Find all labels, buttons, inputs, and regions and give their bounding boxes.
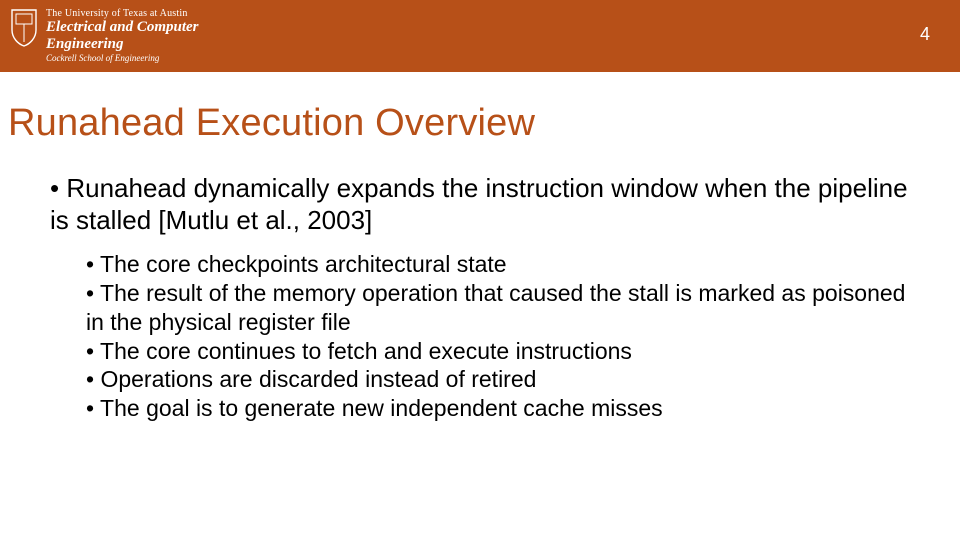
bullet-dot-icon: •: [50, 173, 59, 205]
bullet-level2-text: The core continues to fetch and execute …: [100, 338, 632, 364]
bullet-level2-text: The core checkpoints architectural state: [100, 251, 507, 277]
bullet-level2-text: The goal is to generate new independent …: [100, 395, 663, 421]
institution-line1: The University of Texas at Austin: [46, 8, 199, 19]
institution-text: The University of Texas at Austin Electr…: [46, 8, 199, 64]
bullet-level2-text: The result of the memory operation that …: [86, 280, 905, 335]
bullet-dot-icon: •: [86, 394, 94, 423]
bullet-level2-text: Operations are discarded instead of reti…: [100, 366, 536, 392]
institution-line2: Electrical and Computer: [46, 19, 199, 36]
institution-line3: Engineering: [46, 36, 199, 53]
page-number: 4: [920, 24, 930, 45]
bullet-dot-icon: •: [86, 279, 94, 308]
bullet-level2: • Operations are discarded instead of re…: [86, 365, 920, 394]
bullet-dot-icon: •: [86, 337, 94, 366]
bullet-level2-list: • The core checkpoints architectural sta…: [86, 250, 920, 423]
slide: The University of Texas at Austin Electr…: [0, 0, 960, 540]
institution-line4: Cockrell School of Engineering: [46, 54, 199, 64]
bullet-dot-icon: •: [86, 250, 94, 279]
bullet-level2: • The result of the memory operation tha…: [86, 279, 920, 337]
institution-logo: The University of Texas at Austin Electr…: [10, 8, 199, 64]
bullet-level2: • The core continues to fetch and execut…: [86, 337, 920, 366]
header-bar: The University of Texas at Austin Electr…: [0, 0, 960, 72]
bullet-level1-text: Runahead dynamically expands the instruc…: [50, 173, 908, 235]
bullet-level2: • The core checkpoints architectural sta…: [86, 250, 920, 279]
bullet-level2: • The goal is to generate new independen…: [86, 394, 920, 423]
bullet-dot-icon: •: [86, 365, 94, 394]
slide-content: • Runahead dynamically expands the instr…: [50, 173, 920, 423]
slide-title: Runahead Execution Overview: [8, 102, 960, 145]
shield-icon: [10, 8, 38, 48]
bullet-level1: • Runahead dynamically expands the instr…: [50, 173, 920, 236]
